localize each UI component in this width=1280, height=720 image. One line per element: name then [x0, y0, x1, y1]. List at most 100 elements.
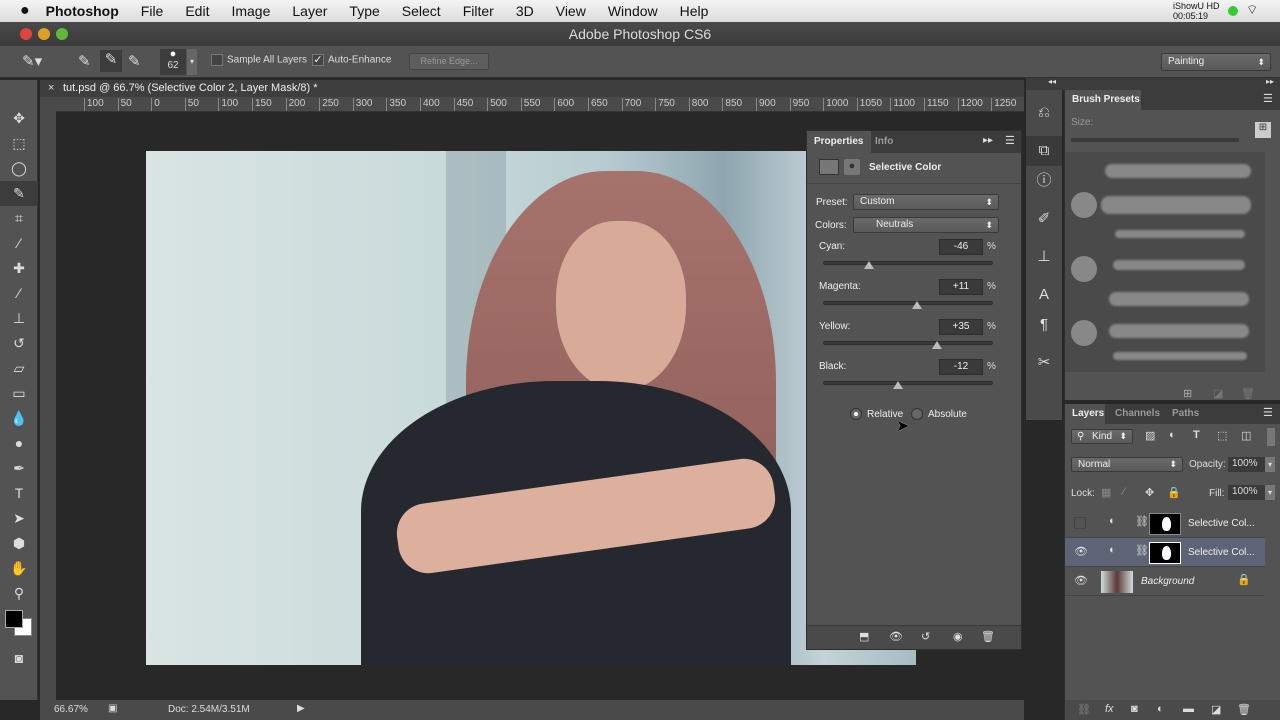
slider-thumb[interactable]: [932, 341, 943, 349]
slider-value-input[interactable]: -12: [939, 359, 983, 375]
collapse-dock-icon[interactable]: ▸▸: [1266, 77, 1274, 86]
filter-smart-object-icon[interactable]: ◫: [1241, 429, 1251, 442]
layer-thumbnail[interactable]: [1101, 571, 1133, 593]
menu-filter[interactable]: Filter: [463, 3, 494, 19]
zoom-level[interactable]: 66.67%: [54, 704, 88, 715]
preset-select[interactable]: Custom: [853, 194, 999, 210]
menu-layer[interactable]: Layer: [292, 3, 327, 19]
filter-kind-select[interactable]: ⚲ Kind: [1071, 429, 1133, 444]
brush-preset[interactable]: [1105, 164, 1251, 178]
canvas-image[interactable]: [146, 151, 916, 665]
layer-row-selective-color-2[interactable]: 👁 ◐ ⛓ Selective Col...: [1065, 538, 1265, 567]
lasso-tool-icon[interactable]: ◯: [0, 156, 38, 181]
slider-track[interactable]: [823, 381, 993, 389]
healing-brush-tool-icon[interactable]: ✚: [0, 256, 38, 281]
link-icon[interactable]: ⛓: [1135, 544, 1149, 557]
slider-value-input[interactable]: +35: [939, 319, 983, 335]
sample-all-layers-checkbox[interactable]: Sample All Layers: [211, 54, 307, 66]
brush-preset[interactable]: [1109, 292, 1249, 306]
menu-help[interactable]: Help: [680, 3, 709, 19]
new-adjustment-layer-icon[interactable]: ◐: [1157, 703, 1164, 715]
opacity-dropdown-icon[interactable]: ▾: [1265, 457, 1275, 472]
view-previous-icon[interactable]: 👁: [889, 630, 903, 643]
foreground-color-swatch[interactable]: [5, 610, 23, 628]
collapse-panel-icon[interactable]: ▸▸: [983, 135, 993, 146]
tab-paths[interactable]: Paths: [1172, 404, 1199, 424]
clone-source-panel-icon[interactable]: ⊥: [1026, 242, 1062, 272]
tab-properties[interactable]: Properties: [807, 131, 871, 153]
apple-menu-icon[interactable]: ●: [20, 2, 30, 20]
lock-position-icon[interactable]: ✥: [1145, 486, 1154, 499]
new-group-icon[interactable]: ▬: [1183, 703, 1194, 715]
brush-list[interactable]: [1065, 152, 1265, 372]
tab-channels[interactable]: Channels: [1115, 404, 1160, 424]
slider-track[interactable]: [823, 301, 993, 309]
visibility-toggle-off[interactable]: [1074, 517, 1086, 529]
history-brush-tool-icon[interactable]: ↺: [0, 331, 38, 356]
delete-adjustment-icon[interactable]: 🗑: [981, 630, 995, 643]
checkbox-checked[interactable]: ✓: [312, 54, 324, 66]
toggle-brush-panel-icon[interactable]: ⊞: [1255, 122, 1271, 138]
path-selection-tool-icon[interactable]: ➤: [0, 506, 38, 531]
properties-panel-icon[interactable]: ⧉: [1026, 136, 1062, 166]
dodge-tool-icon[interactable]: ●: [0, 431, 38, 456]
brushes-panel-icon[interactable]: ✐: [1026, 204, 1062, 234]
expand-dock-icon[interactable]: ◂◂: [1048, 77, 1056, 86]
lock-transparent-icon[interactable]: ▦: [1101, 486, 1111, 499]
panel-menu-icon[interactable]: ☰: [1005, 134, 1015, 147]
eyedropper-tool-icon[interactable]: ⁄: [0, 231, 38, 256]
layer-mask-thumbnail[interactable]: [1149, 542, 1181, 564]
layer-row-background[interactable]: 👁 Background 🔒: [1065, 567, 1265, 596]
quick-mask-icon[interactable]: ◙: [0, 646, 38, 671]
slider-track[interactable]: [823, 341, 993, 349]
menu-view[interactable]: View: [556, 3, 586, 19]
tab-info[interactable]: Info: [875, 131, 893, 153]
filter-type-icon[interactable]: T: [1193, 429, 1200, 441]
layer-style-icon[interactable]: fx: [1105, 703, 1114, 715]
menu-image[interactable]: Image: [231, 3, 270, 19]
layer-name[interactable]: Selective Col...: [1188, 547, 1255, 558]
menu-file[interactable]: File: [141, 3, 164, 19]
paragraph-panel-icon[interactable]: ¶: [1026, 310, 1062, 340]
layer-name[interactable]: Selective Col...: [1188, 518, 1255, 529]
crop-tool-icon[interactable]: ⌗: [0, 206, 38, 231]
clone-stamp-tool-icon[interactable]: ⊥: [0, 306, 38, 331]
slider-thumb[interactable]: [912, 301, 923, 309]
panel-menu-icon[interactable]: ☰: [1263, 92, 1273, 105]
wifi-icon[interactable]: ⌔: [1246, 2, 1258, 18]
status-preview-icon[interactable]: ▣: [108, 703, 117, 714]
link-layers-icon[interactable]: ⛓: [1077, 703, 1091, 716]
layer-row-selective-color-1[interactable]: ◐ ⛓ Selective Col...: [1065, 509, 1265, 538]
reset-icon[interactable]: ↺: [921, 630, 930, 643]
hand-tool-icon[interactable]: ✋: [0, 556, 38, 581]
slider-thumb[interactable]: [864, 261, 875, 269]
zoom-tool-icon[interactable]: ⚲: [0, 581, 38, 606]
slider-track[interactable]: [823, 261, 993, 269]
checkbox-box[interactable]: [211, 54, 223, 66]
new-selection-icon[interactable]: ✎: [78, 52, 91, 70]
absolute-radio[interactable]: [911, 408, 923, 420]
shape-tool-icon[interactable]: ⬢: [0, 531, 38, 556]
menu-select[interactable]: Select: [402, 3, 441, 19]
toggle-visibility-icon[interactable]: ◉: [953, 630, 963, 643]
brush-tool-icon[interactable]: ∕: [0, 281, 38, 306]
brush-preset[interactable]: [1101, 196, 1251, 214]
new-layer-icon[interactable]: ◪: [1211, 703, 1221, 716]
delete-layer-icon[interactable]: 🗑: [1237, 703, 1251, 716]
tab-layers[interactable]: Layers: [1065, 404, 1105, 424]
filter-adjustment-icon[interactable]: ◐: [1169, 429, 1176, 441]
brush-preset[interactable]: [1113, 352, 1247, 360]
slider-thumb[interactable]: [892, 381, 903, 389]
character-panel-icon[interactable]: A: [1026, 280, 1062, 310]
colors-select[interactable]: Neutrals: [853, 217, 999, 233]
delete-brush-icon[interactable]: 🗑: [1241, 387, 1255, 400]
add-to-selection-icon[interactable]: ✎: [100, 50, 122, 72]
quick-selection-preset-icon[interactable]: ✎▾: [22, 52, 42, 70]
filter-shape-icon[interactable]: ⬚: [1217, 429, 1227, 442]
brush-preset[interactable]: [1113, 260, 1245, 270]
blur-tool-icon[interactable]: 💧: [0, 406, 38, 431]
close-window-button[interactable]: [20, 28, 32, 40]
menu-3d[interactable]: 3D: [516, 3, 534, 19]
menu-edit[interactable]: Edit: [185, 3, 209, 19]
document-tab[interactable]: × tut.psd @ 66.7% (Selective Color 2, La…: [40, 80, 1024, 97]
